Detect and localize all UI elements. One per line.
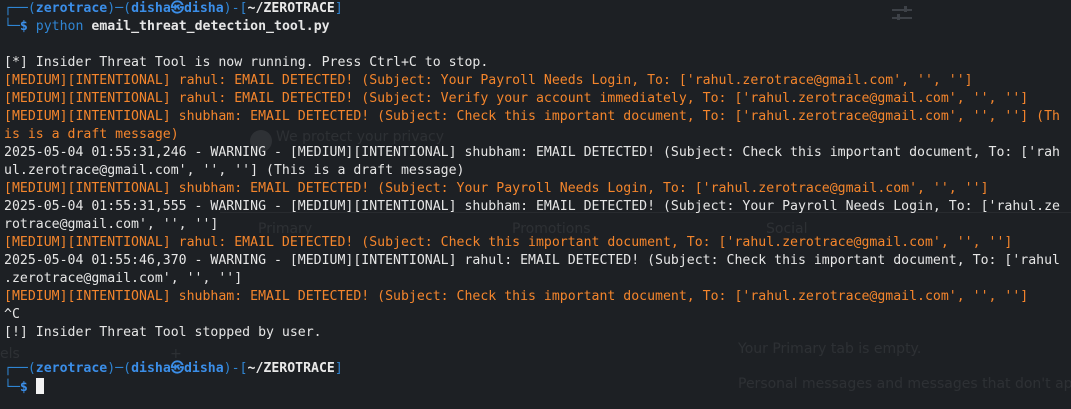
prompt-user: zerotrace (35, 1, 108, 16)
output-line: [MEDIUM][INTENTIONAL] rahul: EMAIL DETEC… (4, 235, 1013, 250)
warning-log-line: 2025-05-04 01:55:46,370 - WARNING - [MED… (4, 253, 1060, 268)
output-line: [MEDIUM][INTENTIONAL] shubham: EMAIL DET… (4, 289, 1029, 304)
terminal-window[interactable]: ┌──(zerotrace)─(disha㉿disha)-[~/ZEROTRAC… (4, 0, 1067, 396)
command-program: python (35, 19, 84, 34)
warning-log-line: 2025-05-04 01:55:31,555 - WARNING - [MED… (4, 199, 1060, 214)
output-stop: [!] Insider Threat Tool stopped by user. (4, 325, 322, 340)
prompt-symbol: $ (19, 380, 28, 395)
output-interrupt: ^C (4, 307, 20, 322)
prompt-symbol: $ (19, 19, 28, 34)
prompt-line-1: ┌──(zerotrace)─(disha㉿disha)-[~/ZEROTRAC… (4, 1, 343, 16)
warning-log-line: rotrace@gmail.com', '', ''] (4, 217, 219, 232)
warning-log-line: .zerotrace@gmail.com', '', ''] (4, 271, 243, 286)
warning-log-line: 2025-05-04 01:55:31,246 - WARNING - [MED… (4, 145, 1060, 160)
command-line[interactable]: └─$ python email_threat_detection_tool.p… (4, 18, 1067, 36)
prompt-host-user: disha (131, 361, 171, 376)
prompt-host: disha (183, 361, 224, 376)
prompt-corner-bottom: └─ (4, 380, 20, 395)
prompt-corner-bottom: └─ (4, 19, 20, 34)
output-start: [*] Insider Threat Tool is now running. … (4, 55, 489, 70)
prompt-corner-top: ┌── (4, 1, 28, 16)
prompt-at: ㉿ (170, 361, 184, 376)
output-line: [MEDIUM][INTENTIONAL] rahul: EMAIL DETEC… (4, 73, 973, 88)
output-line: [MEDIUM][INTENTIONAL] shubham: EMAIL DET… (4, 109, 1060, 124)
command-args: email_threat_detection_tool.py (91, 19, 330, 34)
terminal-cursor[interactable] (35, 378, 44, 394)
prompt-host: disha (183, 1, 224, 16)
prompt-at: ㉿ (170, 1, 184, 16)
prompt-host-user: disha (131, 1, 171, 16)
output-line: [MEDIUM][INTENTIONAL] shubham: EMAIL DET… (4, 181, 989, 196)
output-line: [MEDIUM][INTENTIONAL] rahul: EMAIL DETEC… (4, 91, 1029, 106)
prompt-user: zerotrace (35, 361, 108, 376)
input-line[interactable]: └─$ (4, 378, 1067, 396)
warning-log-line: ul.zerotrace@gmail.com', '', ''] (This i… (4, 163, 465, 178)
prompt-cwd: ~/ZEROTRACE (247, 1, 335, 16)
prompt-cwd: ~/ZEROTRACE (247, 361, 335, 376)
prompt-line-2: ┌──(zerotrace)─(disha㉿disha)-[~/ZEROTRAC… (4, 361, 343, 376)
output-line: is is a draft message) (4, 127, 179, 142)
prompt-corner-top: ┌── (4, 361, 28, 376)
